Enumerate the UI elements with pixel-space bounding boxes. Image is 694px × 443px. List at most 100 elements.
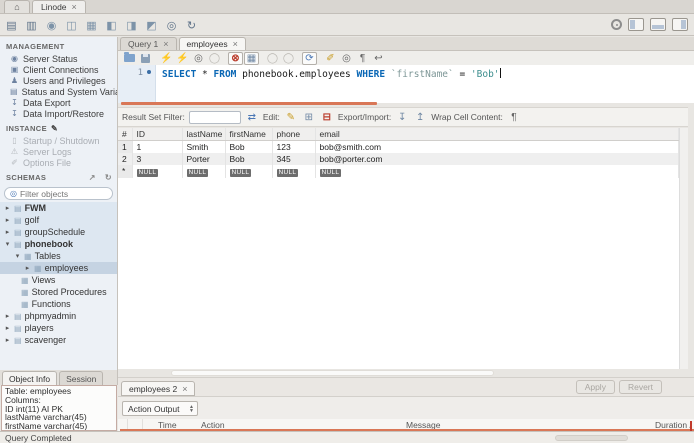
- create-function-icon[interactable]: ◩: [143, 18, 160, 33]
- col-header-rownum[interactable]: #: [118, 128, 133, 141]
- result-filter-input[interactable]: [188, 110, 241, 124]
- schema-item-fwm[interactable]: ▸ ▤ FWM: [0, 202, 117, 214]
- close-icon[interactable]: ×: [233, 39, 238, 49]
- stop-query-icon[interactable]: ◯: [207, 52, 222, 65]
- wrap-cell-content-icon[interactable]: ¶: [507, 111, 521, 124]
- close-icon[interactable]: ×: [182, 384, 187, 394]
- cell[interactable]: Bob: [225, 153, 273, 165]
- schema-item-golf[interactable]: ▸ ▤ golf: [0, 214, 117, 226]
- schema-filter-input[interactable]: [19, 188, 105, 199]
- import-records-icon[interactable]: ↥: [413, 111, 427, 124]
- chevron-right-icon[interactable]: ▸: [4, 216, 11, 224]
- execute-query-icon[interactable]: ⚡: [159, 52, 174, 65]
- edit-record-icon[interactable]: ✎: [284, 111, 298, 124]
- chevron-right-icon[interactable]: ▸: [4, 324, 11, 332]
- schema-item-phonebook[interactable]: ▾ ▤ phonebook: [0, 238, 117, 250]
- tree-item-views[interactable]: ▦ Views: [0, 274, 117, 286]
- refresh-grid-icon[interactable]: ⇄: [245, 111, 259, 124]
- chevron-right-icon[interactable]: ▸: [4, 336, 11, 344]
- col-header-lastname[interactable]: lastName: [182, 128, 226, 141]
- schema-item-scavenger[interactable]: ▸ ▤ scavenger: [0, 334, 117, 346]
- cell[interactable]: 1: [132, 140, 183, 153]
- open-script-icon[interactable]: [122, 52, 137, 65]
- tab-employees[interactable]: employees ×: [178, 37, 246, 50]
- col-header-phone[interactable]: phone: [272, 128, 316, 141]
- close-icon[interactable]: ×: [163, 39, 168, 49]
- toggle-left-sidebar-button[interactable]: [628, 18, 644, 31]
- add-row-icon[interactable]: ⊞: [302, 111, 316, 124]
- grid-horizontal-scrollbar[interactable]: [171, 370, 494, 376]
- schema-item-groupschedule[interactable]: ▸ ▤ groupSchedule: [0, 226, 117, 238]
- sidebar-item-server-status[interactable]: ◉ Server Status: [0, 53, 117, 64]
- chevron-down-icon[interactable]: ▾: [14, 252, 21, 260]
- sidebar-item-users-privileges[interactable]: ♟ Users and Privileges: [0, 75, 117, 86]
- tree-item-tables[interactable]: ▾ ▦ Tables: [0, 250, 117, 262]
- find-icon[interactable]: ◎: [339, 52, 354, 65]
- create-procedure-icon[interactable]: ◨: [123, 18, 140, 33]
- toggle-right-sidebar-button[interactable]: [672, 18, 688, 31]
- sidebar-item-options-file[interactable]: ✐ Options File: [0, 157, 117, 168]
- chevron-right-icon[interactable]: ▸: [4, 228, 11, 236]
- show-invisibles-icon[interactable]: ¶: [355, 52, 370, 65]
- commit-icon[interactable]: ◯: [265, 52, 280, 65]
- sidebar-item-data-import[interactable]: ↧ Data Import/Restore: [0, 108, 117, 119]
- new-sql-tab-icon[interactable]: ▤: [3, 18, 20, 33]
- chevron-right-icon[interactable]: ▸: [4, 312, 11, 320]
- cell[interactable]: Bob: [225, 140, 273, 153]
- col-header-id[interactable]: ID: [132, 128, 183, 141]
- sidebar-item-status-system-variables[interactable]: ▤ Status and System Variables: [0, 86, 117, 97]
- chevron-right-icon[interactable]: ▸: [4, 204, 11, 212]
- cell[interactable]: Smith: [182, 140, 226, 153]
- cell[interactable]: bob@porter.com: [315, 153, 679, 165]
- selector-spinner-icon[interactable]: ▲ ▼: [189, 402, 194, 415]
- connection-tab-linode[interactable]: Linode ×: [32, 0, 86, 13]
- output-selector[interactable]: Action Output ▲ ▼: [122, 401, 198, 416]
- search-table-data-icon[interactable]: ◎: [163, 18, 180, 33]
- toggle-bottom-panel-button[interactable]: [650, 18, 666, 31]
- save-script-icon[interactable]: [138, 52, 153, 65]
- cell[interactable]: 3: [132, 153, 183, 165]
- null-badge[interactable]: NULL: [319, 169, 342, 177]
- cell[interactable]: bob@smith.com: [315, 140, 679, 153]
- close-icon[interactable]: ×: [72, 2, 77, 12]
- sql-editor[interactable]: 1 SELECT * FROM phonebook.employees WHER…: [118, 65, 694, 103]
- chevron-right-icon[interactable]: ▸: [24, 264, 31, 272]
- cell[interactable]: 123: [272, 140, 316, 153]
- reconnect-dbms-icon[interactable]: ↻: [183, 18, 200, 33]
- execute-current-statement-icon[interactable]: ⚡: [175, 52, 190, 65]
- create-table-icon[interactable]: ▦: [83, 18, 100, 33]
- chevron-down-icon[interactable]: ▾: [4, 240, 11, 248]
- table-row[interactable]: 1 1 Smith Bob 123 bob@smith.com: [118, 140, 679, 153]
- sidebar-item-startup-shutdown[interactable]: ▯ Startup / Shutdown: [0, 135, 117, 146]
- col-header-email[interactable]: email: [315, 128, 679, 141]
- wrap-text-icon[interactable]: ↩: [371, 52, 386, 65]
- explain-plan-icon[interactable]: ◎: [191, 52, 206, 65]
- open-sql-script-icon[interactable]: ▥: [23, 18, 40, 33]
- null-badge[interactable]: NULL: [136, 169, 159, 177]
- create-view-icon[interactable]: ◧: [103, 18, 120, 33]
- col-header-firstname[interactable]: firstName: [225, 128, 273, 141]
- schema-item-players[interactable]: ▸ ▤ players: [0, 322, 117, 334]
- tab-session[interactable]: Session: [59, 371, 104, 385]
- preferences-icon[interactable]: [611, 19, 622, 30]
- tab-object-info[interactable]: Object Info: [2, 371, 58, 385]
- home-tab[interactable]: ⌂: [4, 0, 30, 13]
- stop-on-error-toggle-icon[interactable]: ⊗: [228, 51, 243, 65]
- schemas-expand-icon[interactable]: ↗: [89, 173, 96, 182]
- sidebar-item-data-export[interactable]: ↧ Data Export: [0, 97, 117, 108]
- cell[interactable]: 345: [272, 153, 316, 165]
- revert-button[interactable]: Revert: [618, 380, 662, 394]
- export-recordset-icon[interactable]: ↧: [395, 111, 409, 124]
- null-badge[interactable]: NULL: [229, 169, 252, 177]
- grid-vertical-scrollbar[interactable]: [679, 128, 688, 369]
- delete-row-icon[interactable]: ⊟: [320, 111, 334, 124]
- schemas-refresh-icon[interactable]: ↻: [105, 173, 112, 182]
- inspector-icon[interactable]: ◉: [43, 18, 60, 33]
- new-row-placeholder[interactable]: * NULL NULL NULL NULL NULL: [118, 165, 679, 178]
- create-schema-icon[interactable]: ◫: [63, 18, 80, 33]
- cell[interactable]: Porter: [182, 153, 226, 165]
- table-row[interactable]: 2 3 Porter Bob 345 bob@porter.com: [118, 153, 679, 165]
- beautify-script-icon[interactable]: ✐: [323, 52, 338, 65]
- null-badge[interactable]: NULL: [276, 169, 299, 177]
- tree-item-functions[interactable]: ▦ Functions: [0, 298, 117, 310]
